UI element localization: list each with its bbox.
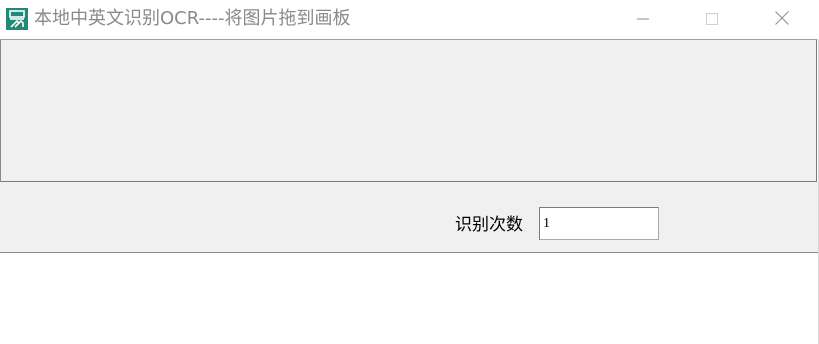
- minimize-button[interactable]: [620, 0, 666, 39]
- settings-strip: [0, 182, 818, 252]
- app-logo-icon: [6, 8, 28, 30]
- maximize-icon: [706, 10, 718, 29]
- maximize-button[interactable]: [689, 0, 735, 39]
- title-bar[interactable]: 本地中英文识别OCR----将图片拖到画板: [0, 0, 819, 39]
- recognition-count-label: 识别次数: [455, 215, 523, 235]
- image-drop-canvas[interactable]: [0, 39, 817, 182]
- window-title: 本地中英文识别OCR----将图片拖到画板: [34, 8, 351, 29]
- close-icon: [775, 10, 789, 29]
- recognition-count-input[interactable]: [539, 207, 659, 240]
- result-text-area[interactable]: [0, 253, 818, 344]
- close-button[interactable]: [759, 0, 805, 39]
- minimize-icon: [637, 10, 649, 29]
- app-window: 本地中英文识别OCR----将图片拖到画板 识别次数: [0, 0, 819, 344]
